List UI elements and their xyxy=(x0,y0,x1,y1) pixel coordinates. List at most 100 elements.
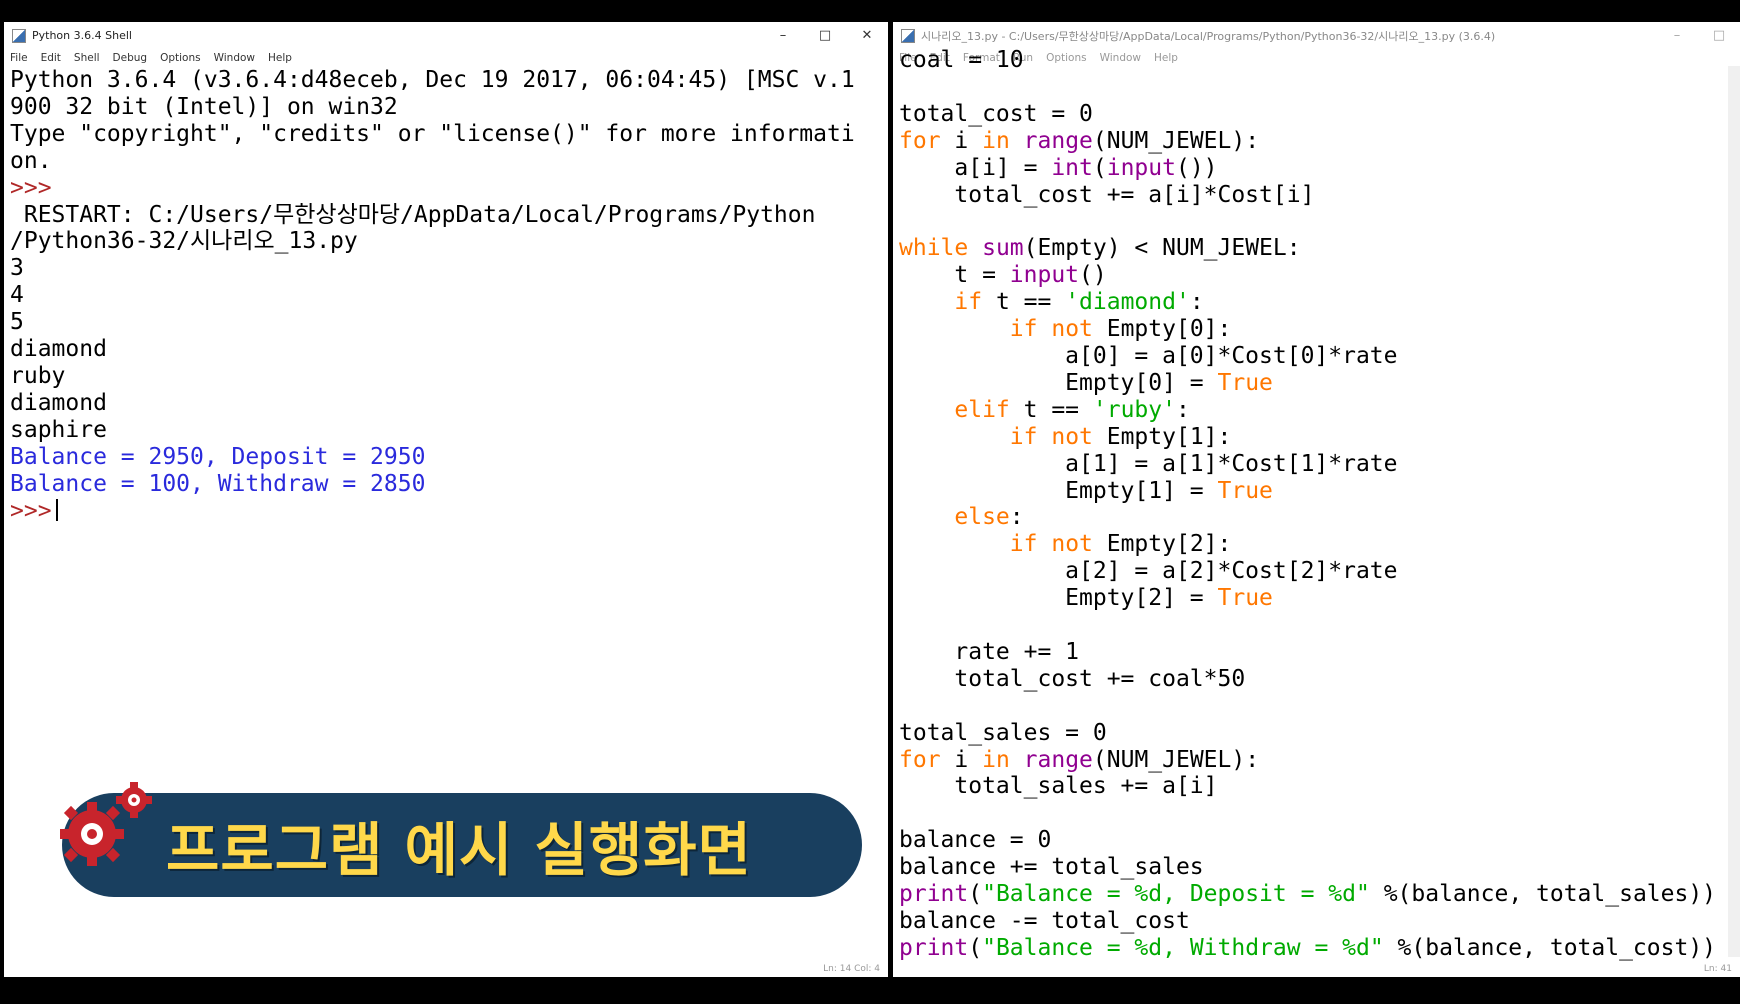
shell-input-line[interactable]: >>> xyxy=(10,498,855,525)
shell-line: Type "copyright", "credits" or "license(… xyxy=(10,120,855,147)
code-token: if xyxy=(1009,531,1038,558)
code-token: if xyxy=(1009,423,1038,450)
menu-edit[interactable]: Edit xyxy=(41,52,61,64)
shell-line: 5 xyxy=(10,309,24,336)
code-token: for xyxy=(899,127,941,154)
shell-line: Balance = 2950, Deposit = 2950 xyxy=(10,443,426,470)
shell-line: on. xyxy=(10,147,52,174)
code-token: rate += 1 xyxy=(899,638,1080,665)
menu-window[interactable]: Window xyxy=(214,52,255,64)
maximize-icon[interactable]: □ xyxy=(1698,22,1740,49)
code-token: : xyxy=(1189,289,1204,316)
code-line: if not Empty[0]: xyxy=(899,316,1716,343)
code-token: int xyxy=(1051,154,1093,181)
code-token: Empty[0]: xyxy=(1092,316,1232,343)
editor-title: 시나리오_13.py - C:/Users/무한상상마당/AppData/Loc… xyxy=(921,29,1496,43)
code-token: balance = 0 xyxy=(899,827,1052,854)
code-token: if xyxy=(954,289,983,316)
code-token: while xyxy=(899,235,969,262)
menu-help[interactable]: Help xyxy=(268,52,292,64)
code-line: total_sales += a[i] xyxy=(899,773,1716,800)
code-line: total_cost += a[i]*Cost[i] xyxy=(899,182,1716,209)
code-line: balance = 0 xyxy=(899,827,1716,854)
code-token: not xyxy=(1051,316,1093,343)
banner-text: 프로그램 예시 실행화면 xyxy=(166,816,752,884)
editor-status-bar: Ln: 41 xyxy=(1703,964,1732,974)
code-line: if not Empty[2]: xyxy=(899,531,1716,558)
menu-debug[interactable]: Debug xyxy=(113,52,148,64)
menu-file[interactable]: File xyxy=(10,52,28,64)
shell-line: >>> xyxy=(10,174,52,201)
shell-title: Python 3.6.4 Shell xyxy=(32,29,132,42)
python-icon xyxy=(12,28,26,43)
code-token: "Balance = %d, Deposit = %d" xyxy=(982,881,1370,908)
code-token: t = xyxy=(899,262,1010,289)
close-icon[interactable]: ✕ xyxy=(846,22,888,49)
code-token: ()) xyxy=(1175,154,1218,181)
code-token: print xyxy=(899,881,969,908)
code-token: () xyxy=(1079,262,1107,289)
menu-shell[interactable]: Shell xyxy=(74,52,100,64)
code-line: for i in range(NUM_JEWEL): xyxy=(899,747,1716,774)
code-line: balance += total_sales xyxy=(899,854,1716,881)
code-line: Empty[1] = True xyxy=(899,478,1716,505)
code-token: %(balance, total_sales)) xyxy=(1369,881,1717,908)
code-editor-area[interactable]: coal = 10 total_cost = 0 for i in range(N… xyxy=(893,47,1740,961)
python-file-icon xyxy=(901,28,915,43)
code-line: print("Balance = %d, Deposit = %d" %(bal… xyxy=(899,881,1716,908)
code-token: in xyxy=(982,746,1010,773)
code-line: coal = 10 xyxy=(899,47,1716,74)
code-token: True xyxy=(1217,369,1273,396)
code-token: not xyxy=(1051,423,1093,450)
editor-titlebar[interactable]: 시나리오_13.py - C:/Users/무한상상마당/AppData/Loc… xyxy=(893,22,1740,49)
code-token: i xyxy=(940,127,983,154)
code-token: t == xyxy=(982,289,1066,316)
code-token: total_sales = 0 xyxy=(899,719,1107,746)
code-token: range xyxy=(1023,127,1093,154)
code-token: (NUM_JEWEL): xyxy=(1092,127,1260,154)
code-token: in xyxy=(982,127,1010,154)
code-token: balance += total_sales xyxy=(899,854,1204,881)
code-token: coal = 10 xyxy=(899,47,1024,73)
code-line: total_cost += coal*50 xyxy=(899,666,1716,693)
code-token: Empty[0] = xyxy=(899,369,1218,396)
shell-line: Balance = 100, Withdraw = 2850 xyxy=(10,470,426,497)
code-token: (NUM_JEWEL): xyxy=(1092,746,1260,773)
editor-window[interactable]: 시나리오_13.py - C:/Users/무한상상마당/AppData/Loc… xyxy=(893,22,1740,977)
editor-scrollbar[interactable] xyxy=(1728,66,1740,957)
menu-options[interactable]: Options xyxy=(160,52,201,64)
code-token: for xyxy=(899,746,941,773)
maximize-icon[interactable]: □ xyxy=(804,22,846,49)
code-line: else: xyxy=(899,504,1716,531)
code-line: balance -= total_cost xyxy=(899,908,1716,935)
minimize-icon[interactable]: – xyxy=(1656,22,1698,49)
code-token: 'ruby' xyxy=(1092,396,1176,423)
code-token: else xyxy=(954,504,1010,531)
shell-line: saphire xyxy=(10,416,107,443)
gear-icon xyxy=(60,782,152,866)
shell-titlebar[interactable]: Python 3.6.4 Shell – □ ✕ xyxy=(4,22,888,49)
code-token: total_cost += coal*50 xyxy=(899,665,1246,692)
code-line: Empty[0] = True xyxy=(899,370,1716,397)
code-token: True xyxy=(1217,477,1273,504)
shell-line: Python 3.6.4 (v3.6.4:d48eceb, Dec 19 201… xyxy=(10,67,855,93)
shell-prompt: >>> xyxy=(10,497,52,524)
code-token: total_cost += a[i]*Cost[i] xyxy=(899,181,1315,208)
code-token: a[i] = xyxy=(899,154,1052,181)
code-token: sum xyxy=(982,235,1024,262)
code-token: True xyxy=(1217,585,1273,612)
shell-line: ruby xyxy=(10,362,66,389)
code-line: total_sales = 0 xyxy=(899,720,1716,747)
code-line: a[2] = a[2]*Cost[2]*rate xyxy=(899,558,1716,585)
code-token: : xyxy=(1175,396,1190,423)
minimize-icon[interactable]: – xyxy=(762,22,804,49)
